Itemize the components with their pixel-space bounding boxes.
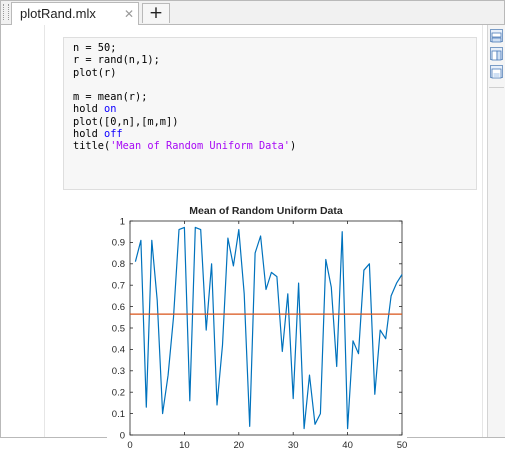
new-tab-button[interactable]: +: [142, 3, 170, 23]
code-text: hold: [73, 103, 104, 116]
toolbar-separator: [489, 87, 504, 88]
code-line[interactable]: n = 50;: [73, 42, 476, 54]
tab-plotrand[interactable]: plotRand.mlx ✕: [11, 2, 139, 25]
x-tick-label: 20: [234, 440, 245, 451]
y-tick-label: 0.6: [112, 302, 125, 313]
code-text: hold: [73, 128, 104, 141]
x-tick-label: 0: [127, 440, 132, 451]
code-text: r = rand(n,1);: [73, 54, 160, 67]
code-line[interactable]: r = rand(n,1);: [73, 54, 476, 66]
x-tick-label: 30: [288, 440, 299, 451]
tab-bar: plotRand.mlx ✕ +: [1, 1, 504, 25]
code-text: ): [289, 140, 297, 153]
output-figure: Mean of Random Uniform Data 0 10 20 30 40 50 0 0…: [107, 201, 407, 457]
x-tick-label: 40: [342, 440, 353, 451]
x-tick-label: 50: [397, 440, 407, 451]
x-tick-label: 10: [179, 440, 190, 451]
y-tick-label: 0.5: [112, 323, 125, 334]
code-text: plot([0,n],[m,m]): [73, 115, 179, 128]
code-line[interactable]: hold off: [73, 128, 476, 140]
y-tick-label: 0.2: [112, 388, 125, 399]
code-line[interactable]: m = mean(r);: [73, 91, 476, 103]
y-tick-label: 0.7: [112, 281, 125, 292]
tab-grip[interactable]: [3, 4, 9, 20]
left-margin-line: [44, 25, 45, 437]
output-right-icon[interactable]: [490, 47, 503, 61]
code-block[interactable]: n = 50; r = rand(n,1); plot(r) m = mean(r);…: [63, 37, 477, 190]
code-line[interactable]: plot([0,n],[m,m]): [73, 116, 476, 128]
view-toolbar: [487, 25, 505, 437]
hide-code-icon[interactable]: [490, 65, 503, 79]
code-keyword: off: [104, 128, 123, 141]
y-tick-label: 0.9: [112, 238, 125, 249]
y-tick-label: 0.1: [112, 409, 125, 420]
chart-title: Mean of Random Uniform Data: [189, 205, 343, 217]
output-inline-icon[interactable]: [490, 29, 503, 43]
y-tick-label: 0.4: [112, 345, 125, 356]
axes-box: [129, 220, 403, 436]
close-icon[interactable]: ✕: [124, 7, 134, 21]
right-margin-line: [482, 25, 483, 437]
code-text: title(: [73, 140, 111, 153]
code-line[interactable]: hold on: [73, 103, 476, 115]
code-line[interactable]: plot(r): [73, 67, 476, 79]
y-tick-label: 0: [120, 430, 125, 441]
y-tick-label: 0.8: [112, 259, 125, 270]
code-keyword: on: [104, 103, 117, 116]
live-script-area[interactable]: n = 50; r = rand(n,1); plot(r) m = mean(r);…: [1, 25, 487, 457]
code-line[interactable]: title('Mean of Random Uniform Data'): [73, 140, 476, 152]
code-text: plot(r): [73, 66, 117, 79]
y-tick-label: 0.3: [112, 366, 125, 377]
y-tick-label: 1: [120, 216, 125, 227]
code-string: 'Mean of Random Uniform Data': [110, 140, 290, 153]
code-line[interactable]: [73, 79, 476, 91]
tab-label: plotRand.mlx: [20, 6, 96, 21]
live-editor-window: plotRand.mlx ✕ + n = 50; r = rand(n,1); pl…: [0, 0, 505, 457]
code-text: m = mean(r);: [73, 91, 148, 104]
code-text: n = 50;: [73, 42, 117, 54]
